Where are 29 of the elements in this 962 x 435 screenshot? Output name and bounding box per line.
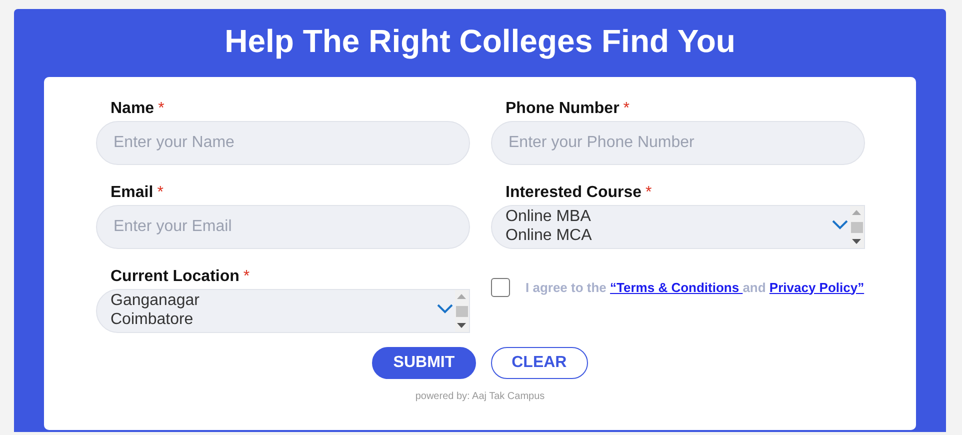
checkbox[interactable] xyxy=(490,278,510,296)
field-label: Email xyxy=(110,184,154,201)
form-title: Help The Right Colleges Find You xyxy=(224,23,736,61)
chevron-down-icon xyxy=(436,304,452,314)
required-mark: * xyxy=(243,268,250,285)
required-mark: * xyxy=(623,100,630,117)
field-label: Current Location xyxy=(110,268,240,285)
input-field[interactable]: Enter your Email xyxy=(96,205,470,249)
submit-button[interactable]: SUBMIT xyxy=(372,347,476,379)
chevron-down-icon xyxy=(832,220,848,230)
scrollbar[interactable] xyxy=(850,206,864,248)
agreement-text: I agree to the “Terms & Conditions and Privacy Policy” xyxy=(526,280,864,294)
field-label: Phone Number xyxy=(506,100,620,117)
input-field[interactable]: Enter your Name xyxy=(96,121,470,165)
input-field[interactable]: Enter your Phone Number xyxy=(490,121,864,165)
field-label: Name xyxy=(110,100,154,117)
scrollbar[interactable] xyxy=(454,290,468,332)
scroll-down-icon[interactable] xyxy=(852,239,861,245)
powered-by-text: powered by: Aaj Tak Campus xyxy=(415,391,545,402)
required-mark: * xyxy=(646,184,652,201)
scroll-down-icon[interactable] xyxy=(457,323,466,329)
list-box[interactable]: Online MBA Online MCA xyxy=(490,205,864,249)
privacy-link[interactable]: Privacy Policy” xyxy=(769,280,864,294)
required-mark: * xyxy=(158,100,164,117)
clear-button[interactable]: CLEAR xyxy=(490,347,588,379)
terms-link[interactable]: “Terms & Conditions xyxy=(610,280,743,294)
list-box[interactable]: Ganganagar Coimbatore xyxy=(96,289,470,333)
field-label: Interested Course xyxy=(506,184,642,201)
required-mark: * xyxy=(157,184,164,201)
